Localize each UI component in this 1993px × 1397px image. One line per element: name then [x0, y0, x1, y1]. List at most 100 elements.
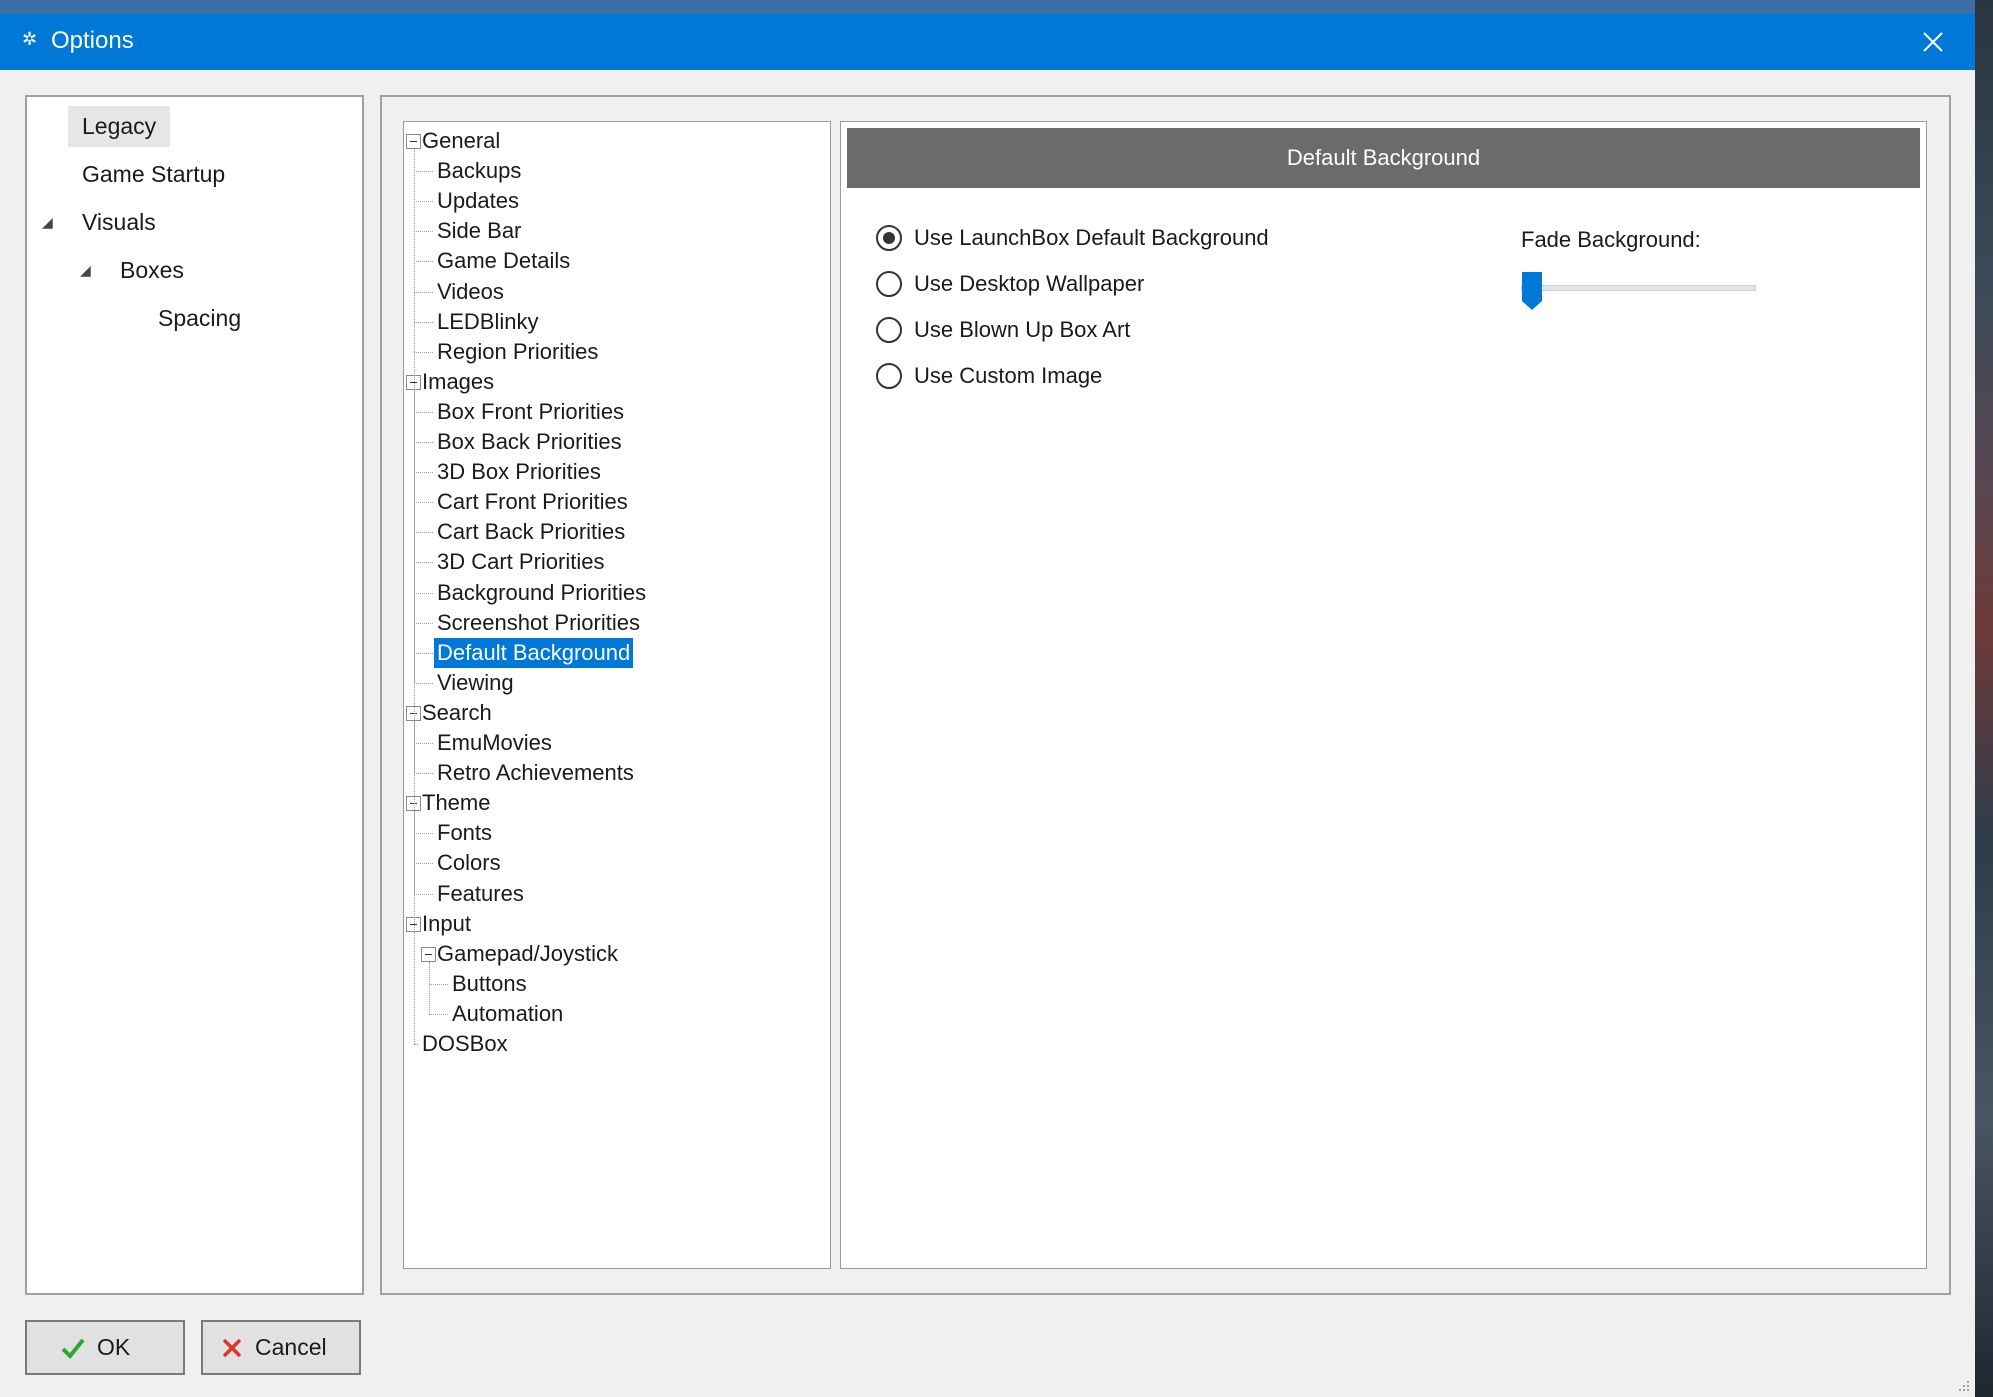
tree-connector — [414, 351, 433, 353]
content-header: Default Background — [847, 128, 1920, 188]
tree-node[interactable]: Videos — [434, 277, 507, 307]
tree-node[interactable]: Default Background — [434, 637, 634, 668]
tree-node[interactable]: Updates — [434, 186, 522, 216]
tree-node[interactable]: 3D Cart Priorities — [434, 547, 607, 577]
collapse-toggle-icon[interactable] — [406, 134, 421, 149]
cancel-label: Cancel — [255, 1334, 327, 1360]
tree-node[interactable]: Background Priorities — [434, 578, 649, 608]
tree-node[interactable]: Screenshot Priorities — [434, 608, 643, 638]
category-label: Game Startup — [82, 161, 226, 187]
tree-node[interactable]: Input — [419, 909, 474, 939]
tree-node[interactable]: Gamepad/Joystick — [434, 939, 621, 969]
collapse-toggle-icon[interactable] — [421, 946, 436, 962]
tree-node[interactable]: Features — [434, 879, 527, 909]
tree-connector — [414, 773, 433, 775]
fade-background-label: Fade Background: — [1521, 227, 1701, 252]
category-item-visuals[interactable]: Visuals — [68, 202, 170, 243]
tree-node[interactable]: Fonts — [434, 818, 495, 848]
x-icon — [221, 1337, 243, 1359]
tree-node[interactable]: Box Back Priorities — [434, 427, 625, 457]
tree-guide-line — [414, 389, 415, 683]
ok-button[interactable]: OK — [25, 1320, 185, 1375]
gear-icon: ✲ — [22, 29, 38, 49]
slider-thumb[interactable] — [1521, 271, 1543, 311]
tree-node[interactable]: Search — [419, 698, 495, 728]
tree-node[interactable]: Buttons — [449, 969, 530, 999]
radio-label: Use LaunchBox Default Background — [914, 225, 1269, 250]
settings-tree: General Backups Updates Side Bar Game Detail… — [403, 121, 831, 1269]
tree-node[interactable]: Cart Back Priorities — [434, 517, 628, 547]
tree-guide-line — [414, 811, 415, 894]
resize-grip-icon[interactable] — [1955, 1377, 1971, 1393]
tree-guide-line — [414, 720, 415, 774]
tree-node[interactable]: Colors — [434, 848, 504, 878]
close-icon — [1923, 32, 1943, 52]
tree-node[interactable]: Images — [419, 367, 497, 397]
tree-connector — [414, 472, 433, 474]
radio-button[interactable] — [876, 225, 902, 251]
tree-node[interactable]: Backups — [434, 156, 524, 186]
tree-connector — [414, 562, 433, 564]
tree-connector — [414, 893, 433, 895]
tree-node[interactable]: 3D Box Priorities — [434, 457, 604, 487]
tree-connector — [414, 321, 433, 323]
category-item-legacy[interactable]: Legacy — [68, 106, 171, 147]
tree-connector — [414, 171, 433, 173]
radio-launchbox-default[interactable]: Use LaunchBox Default Background — [876, 222, 1269, 254]
tree-connector — [429, 983, 448, 985]
close-button[interactable] — [1913, 22, 1953, 62]
radio-label: Use Blown Up Box Art — [914, 317, 1131, 342]
tree-connector — [414, 592, 433, 594]
tree-guide-line — [414, 149, 415, 352]
radio-label: Use Custom Image — [914, 363, 1103, 388]
tree-node[interactable]: Game Details — [434, 246, 573, 276]
tree-connector — [414, 201, 433, 203]
category-label: Boxes — [120, 257, 184, 283]
window-title: Options — [51, 27, 134, 54]
fade-background-slider[interactable] — [1521, 285, 1756, 291]
expand-arrow-icon[interactable]: ◢ — [80, 262, 91, 279]
tree-connector — [414, 231, 433, 233]
tree-node[interactable]: Side Bar — [434, 216, 524, 246]
category-item-game-startup[interactable]: Game Startup — [68, 154, 239, 195]
options-window: ✲ Options Legacy Game Startup ◢ Visuals … — [0, 0, 1975, 1397]
tree-connector — [414, 442, 433, 443]
radio-button[interactable] — [876, 363, 902, 389]
radio-desktop-wallpaper[interactable]: Use Desktop Wallpaper — [876, 268, 1144, 300]
tree-connector — [414, 1044, 418, 1045]
tree-connector — [414, 833, 433, 835]
checkmark-icon — [61, 1337, 85, 1359]
tree-node[interactable]: DOSBox — [419, 1029, 511, 1059]
tree-node[interactable]: Retro Achievements — [434, 758, 637, 788]
tree-connector — [414, 743, 433, 744]
tree-node[interactable]: Region Priorities — [434, 337, 601, 367]
category-label: Spacing — [158, 305, 242, 331]
category-label: Visuals — [82, 209, 156, 235]
tree-node[interactable]: Cart Front Priorities — [434, 487, 631, 517]
title-bar: ✲ Options — [0, 0, 1975, 70]
cancel-button[interactable]: Cancel — [201, 1320, 361, 1375]
ok-label: OK — [97, 1334, 131, 1360]
tree-node[interactable]: Automation — [449, 999, 566, 1029]
radio-blown-up-box-art[interactable]: Use Blown Up Box Art — [876, 314, 1130, 346]
tree-node[interactable]: General — [419, 126, 503, 156]
tree-connector — [414, 291, 433, 293]
tree-connector — [414, 682, 433, 684]
tree-node[interactable]: Theme — [419, 788, 493, 818]
radio-button[interactable] — [876, 317, 902, 343]
category-item-boxes[interactable]: Boxes — [106, 250, 198, 291]
tree-connector — [414, 261, 433, 263]
content-panel: Default Background Use LaunchBox Default… — [840, 121, 1927, 1269]
tree-connector — [414, 652, 433, 654]
category-item-spacing[interactable]: Spacing — [144, 298, 255, 339]
expand-arrow-icon[interactable]: ◢ — [42, 214, 53, 231]
tree-connector — [414, 502, 433, 504]
tree-node[interactable]: LEDBlinky — [434, 307, 541, 337]
tree-guide-line — [429, 961, 430, 1014]
radio-custom-image[interactable]: Use Custom Image — [876, 360, 1102, 392]
tree-node[interactable]: Box Front Priorities — [434, 397, 627, 427]
radio-button[interactable] — [876, 271, 902, 297]
tree-connector — [414, 532, 433, 534]
tree-node[interactable]: EmuMovies — [434, 728, 555, 758]
tree-node[interactable]: Viewing — [434, 668, 517, 698]
